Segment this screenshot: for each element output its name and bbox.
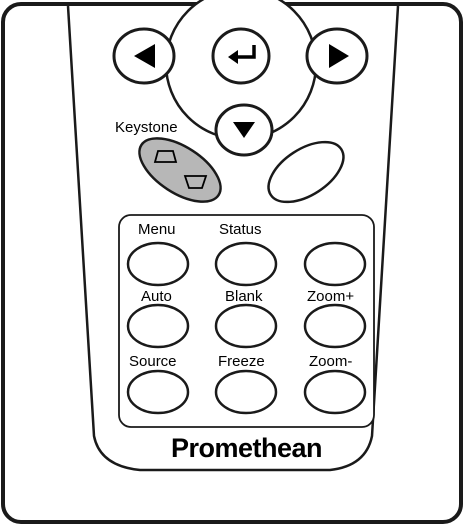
enter-button[interactable] [211, 27, 271, 85]
menu-button[interactable] [126, 241, 190, 287]
source-button[interactable] [126, 369, 190, 415]
freeze-button[interactable] [214, 369, 278, 415]
zoom-minus-label: Zoom- [309, 353, 353, 370]
left-button[interactable] [112, 27, 176, 85]
unlabeled-button[interactable] [303, 241, 367, 287]
zoom-plus-label: Zoom+ [307, 288, 355, 305]
auto-label: Auto [141, 288, 172, 305]
blank-label: Blank [225, 288, 263, 305]
right-button[interactable] [305, 27, 369, 85]
status-button[interactable] [214, 241, 278, 287]
auto-button[interactable] [126, 303, 190, 349]
blank-button[interactable] [214, 303, 278, 349]
freeze-label: Freeze [218, 353, 265, 370]
down-button[interactable] [214, 103, 274, 157]
zoom-minus-button[interactable] [303, 369, 367, 415]
menu-label: Menu [138, 221, 176, 238]
keystone-label: Keystone [115, 119, 178, 136]
brand-logo: Promethean [171, 433, 323, 463]
status-label: Status [219, 221, 262, 238]
zoom-plus-button[interactable] [303, 303, 367, 349]
source-label: Source [129, 353, 177, 370]
